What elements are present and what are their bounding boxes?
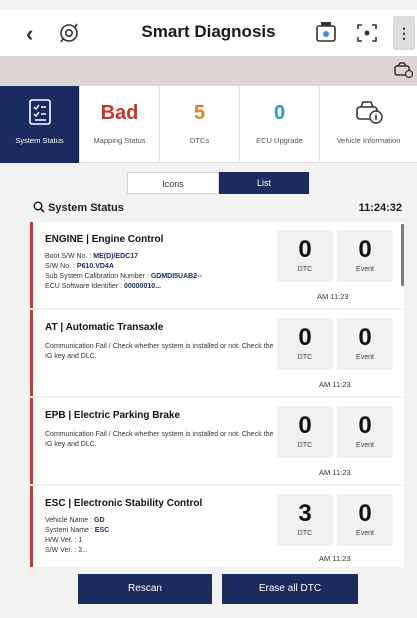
car-info-icon — [355, 101, 383, 124]
event-count-box[interactable]: 0 Event — [337, 406, 393, 458]
section-title: System Status — [48, 202, 124, 214]
mapping-status-value: Bad — [100, 102, 139, 124]
detail-line: Sub System Calibration Number : GDMDI5UA… — [45, 273, 202, 280]
icons-view-button[interactable]: Icons — [127, 172, 219, 194]
system-list: ENGINE | Engine Control Boot S/W No. : M… — [30, 222, 405, 567]
search-icon[interactable] — [33, 201, 45, 213]
ecu-upgrade-value: 0 — [273, 102, 286, 124]
system-timestamp: AM 11:23 — [319, 380, 351, 389]
screenshot-icon[interactable] — [354, 21, 380, 45]
top-bar: ‹ Smart Diagnosis ⋮ — [0, 10, 417, 56]
vci-status-icon[interactable] — [314, 21, 340, 45]
counts: 0 DTC 0 Event — [277, 406, 393, 458]
vehicle-subbar — [0, 56, 417, 86]
more-menu-button[interactable]: ⋮ — [393, 16, 415, 50]
tile-caption: System Status — [15, 136, 64, 145]
erase-all-dtc-button[interactable]: Erase all DTC — [222, 574, 358, 604]
rescan-button[interactable]: Rescan — [78, 574, 212, 604]
tile-system-status[interactable]: System Status — [0, 86, 80, 163]
section-header: System Status 11:24:32 — [0, 198, 417, 220]
system-message: Communication Fail / Check whether syste… — [45, 431, 274, 448]
system-timestamp: AM 11:23 — [319, 554, 351, 563]
dtc-count-value: 5 — [193, 102, 206, 124]
system-message: Communication Fail / Check whether syste… — [45, 343, 274, 360]
counts: 3 DTC 0 Event — [277, 494, 393, 546]
tile-mapping-status[interactable]: Bad Mapping Status — [80, 86, 160, 163]
dtc-count-box[interactable]: 3 DTC — [277, 494, 333, 546]
list-view-button[interactable]: List — [219, 172, 309, 194]
dtc-count-box[interactable]: 0 DTC — [277, 318, 333, 370]
tile-caption: DTCs — [189, 136, 210, 145]
tile-caption: ECU Upgrade — [256, 136, 303, 145]
system-timestamp: AM 11:23 — [317, 292, 349, 301]
event-count-box[interactable]: 0 Event — [337, 230, 393, 282]
system-name: AT | Automatic Transaxle — [45, 322, 164, 333]
detail-line: Boot S/W No. : ME(D)/EDC17 — [45, 253, 138, 260]
system-card-epb[interactable]: EPB | Electric Parking Brake Communicati… — [30, 398, 404, 484]
vehicle-info-icon[interactable] — [393, 61, 413, 79]
dtc-count-box[interactable]: 0 DTC — [277, 230, 333, 282]
detail-line: Vehicle Name : GD — [45, 517, 105, 524]
detail-line: System Name : ESC — [45, 527, 110, 534]
counts: 0 DTC 0 Event — [277, 318, 393, 370]
summary-tiles: System Status Bad Mapping Status 5 DTCs … — [0, 86, 417, 163]
detail-line: H/W Ver. : 1 — [45, 537, 83, 544]
list-scrollbar[interactable] — [401, 224, 404, 286]
system-card-engine[interactable]: ENGINE | Engine Control Boot S/W No. : M… — [30, 222, 404, 308]
system-detail: Vehicle Name : GD System Name : ESC H/W … — [45, 516, 277, 556]
dtc-count-box[interactable]: 0 DTC — [277, 406, 333, 458]
checklist-icon — [28, 99, 51, 125]
tile-ecu-upgrade[interactable]: 0 ECU Upgrade — [240, 86, 320, 163]
system-name: EPB | Electric Parking Brake — [45, 410, 181, 421]
system-card-esc[interactable]: ESC | Electronic Stability Control Vehic… — [30, 486, 404, 567]
tile-vehicle-information[interactable]: Vehicle Information — [320, 86, 417, 163]
tile-caption: Mapping Status — [93, 136, 146, 145]
tile-caption: Vehicle Information — [336, 136, 401, 145]
detail-line: ECU Software Identifier : 00000010... — [45, 283, 161, 290]
system-card-at[interactable]: AT | Automatic Transaxle Communication F… — [30, 310, 404, 396]
event-count-box[interactable]: 0 Event — [337, 318, 393, 370]
action-bar: Rescan Erase all DTC — [0, 568, 417, 618]
detail-line: S/W Ver. : 3... — [45, 547, 88, 554]
system-detail: Boot S/W No. : ME(D)/EDC17 S/W No. : P61… — [45, 252, 277, 292]
event-count-box[interactable]: 0 Event — [337, 494, 393, 546]
smart-diagnosis-screen: ‹ Smart Diagnosis ⋮ System Status Bad Ma… — [0, 0, 417, 618]
tile-dtcs[interactable]: 5 DTCs — [160, 86, 240, 163]
counts: 0 DTC 0 Event — [277, 230, 393, 282]
section-time: 11:24:32 — [358, 202, 402, 214]
detail-line: S/W No. : P610.VD4A — [45, 263, 114, 270]
system-timestamp: AM 11:23 — [319, 468, 351, 477]
system-name: ESC | Electronic Stability Control — [45, 498, 203, 509]
view-toggle: Icons List — [127, 172, 309, 194]
system-name: ENGINE | Engine Control — [45, 234, 164, 245]
